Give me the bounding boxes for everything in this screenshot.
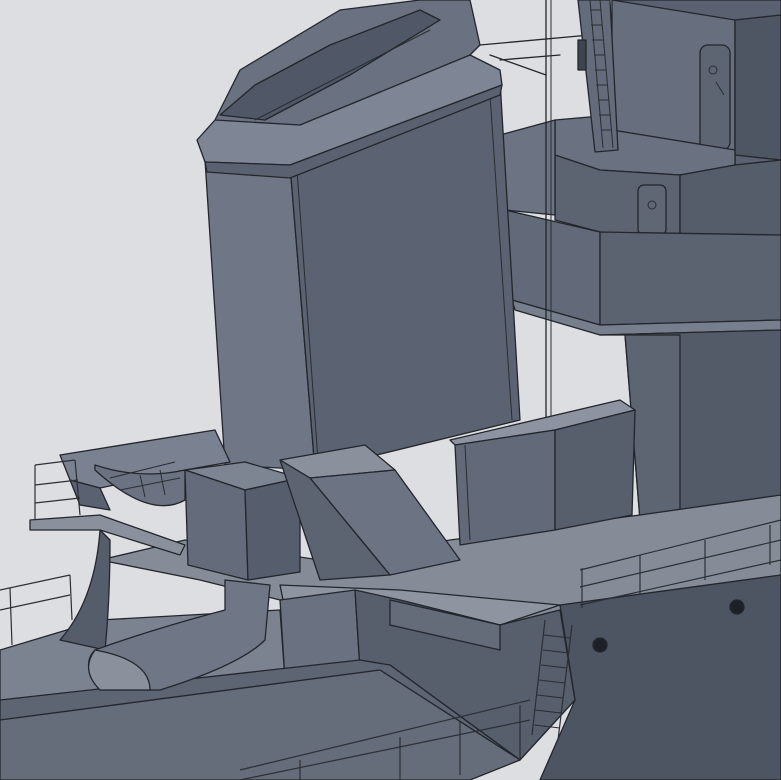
porthole-door bbox=[699, 44, 731, 151]
funnel bbox=[196, 0, 521, 471]
ship-scene bbox=[0, 0, 781, 780]
porthole bbox=[729, 599, 745, 615]
porthole-door bbox=[637, 184, 667, 236]
porthole bbox=[592, 637, 608, 653]
